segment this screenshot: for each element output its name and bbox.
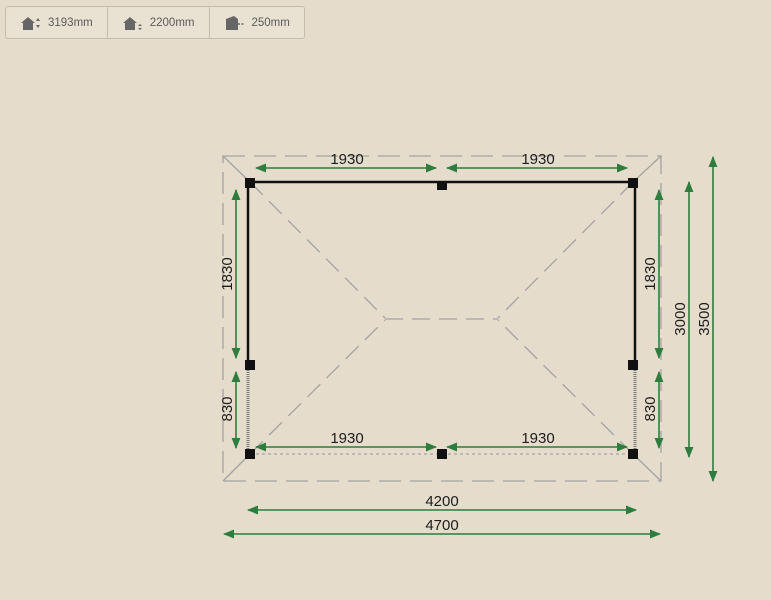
label-top-left: 1930: [330, 151, 363, 168]
post[interactable]: [245, 449, 255, 459]
label-depth-inner: 3000: [672, 302, 689, 335]
side-panels: [246, 366, 637, 454]
post[interactable]: [437, 449, 447, 459]
post[interactable]: [628, 360, 638, 370]
label-depth-outer: 3500: [696, 302, 713, 335]
label-left-upper: 1830: [219, 257, 236, 290]
post[interactable]: [245, 360, 255, 370]
floor-plan: 1930 1930 1930 1930 1830 830 1830 830 30…: [219, 151, 718, 539]
label-bottom-right: 1930: [521, 430, 554, 447]
label-left-lower: 830: [219, 396, 236, 421]
walls: [246, 180, 637, 365]
post[interactable]: [437, 181, 447, 190]
roof-hip-line: [249, 181, 386, 319]
roof-outline: [222, 155, 662, 482]
roof-hip-line: [497, 181, 634, 319]
roof-hip-line: [497, 319, 634, 455]
label-right-upper: 1830: [642, 257, 659, 290]
label-width-inner: 4200: [425, 493, 458, 510]
label-bottom-left: 1930: [330, 430, 363, 447]
roof-hip-line: [249, 319, 386, 455]
post[interactable]: [245, 178, 255, 188]
post[interactable]: [628, 449, 638, 459]
dimension-labels: 1930 1930 1930 1930 1830 830 1830 830 30…: [219, 151, 713, 534]
dimension-lines: [222, 155, 718, 539]
label-width-outer: 4700: [425, 517, 458, 534]
post[interactable]: [628, 178, 638, 188]
label-right-lower: 830: [642, 396, 659, 421]
label-top-right: 1930: [521, 151, 554, 168]
